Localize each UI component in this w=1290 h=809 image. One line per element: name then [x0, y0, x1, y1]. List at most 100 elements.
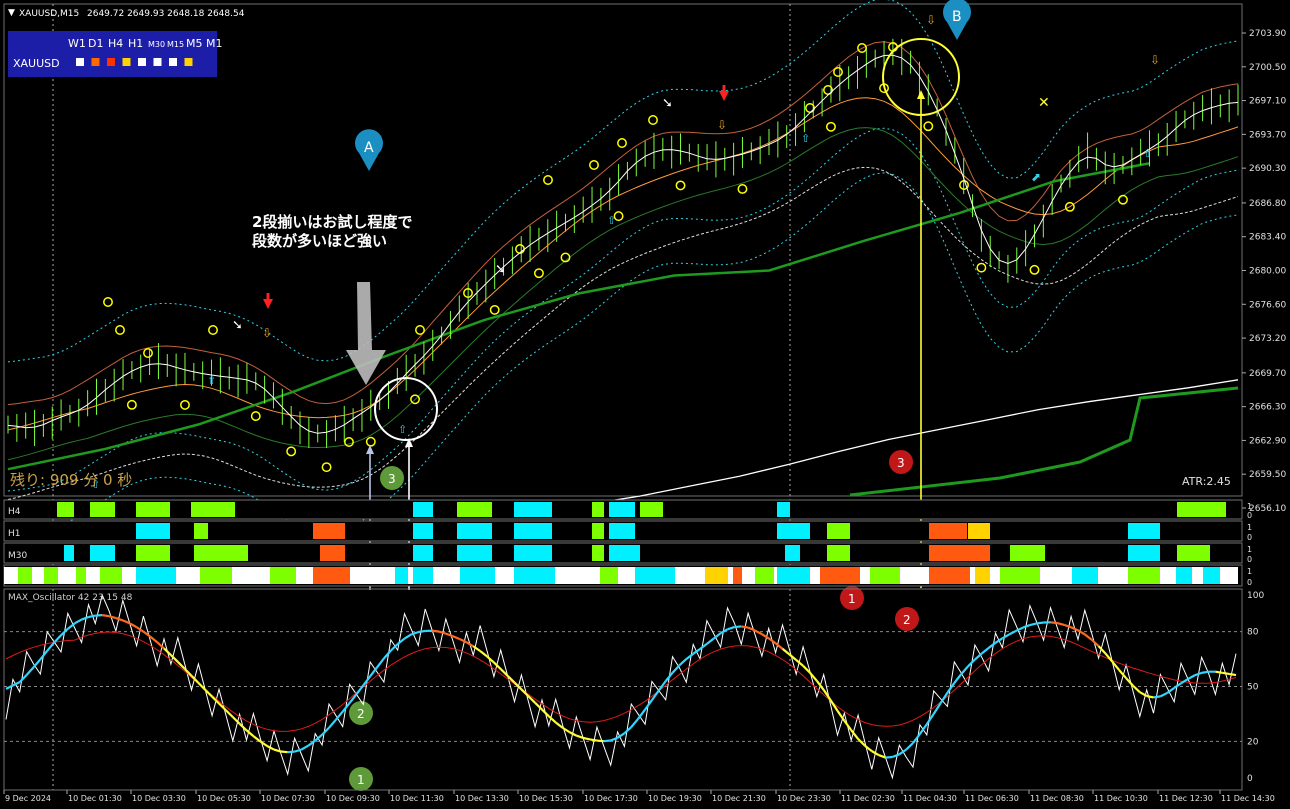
timeframe-status-w1 — [76, 58, 84, 66]
strip-segment — [460, 567, 495, 584]
osc-axis-label: 50 — [1247, 683, 1259, 693]
price-tick-label: 2656.10 — [1249, 504, 1286, 514]
time-tick-label: 10 Dec 15:30 — [519, 794, 573, 803]
note-line-1: 2段揃いはお試し程度で — [252, 213, 412, 231]
up-arrow-cyan: ⇧ — [801, 132, 810, 145]
price-tick-label: 2662.90 — [1249, 436, 1286, 446]
signal-arrow-white: ➘ — [495, 262, 506, 277]
strip-segment — [705, 567, 728, 584]
strip-segment — [514, 523, 552, 539]
strip-segment — [592, 545, 604, 561]
strip-segment — [18, 567, 32, 584]
osc-signal-segment — [1036, 621, 1044, 625]
osc-signal-segment — [596, 739, 604, 743]
osc-signal-segment — [1228, 672, 1237, 677]
strip-segment — [270, 567, 296, 584]
mtf-strips: H410H110M301010 — [3, 499, 1252, 587]
price-tick-label: 2686.80 — [1249, 199, 1286, 209]
strip-segment — [457, 545, 492, 561]
strip-segment — [1176, 567, 1192, 584]
strip-segment — [968, 523, 990, 539]
price-tick-label: 2703.90 — [1249, 29, 1286, 39]
strip-segment — [1072, 567, 1098, 584]
price-tick-label: 2680.00 — [1249, 267, 1286, 277]
timeframe-status-m15 — [153, 58, 162, 66]
osc-signal-segment — [1153, 695, 1161, 699]
osc-signal-segment — [1050, 621, 1058, 625]
step-badge-3-red-label: 3 — [897, 456, 905, 470]
timeframe-label-w1: W1 — [68, 37, 86, 50]
strip-segment — [1128, 545, 1160, 561]
time-tick-label: 10 Dec 13:30 — [455, 794, 509, 803]
strip-segment — [413, 545, 433, 561]
timeframe-label-m5: M5 — [186, 37, 203, 50]
price-tick-label: 2693.70 — [1249, 130, 1286, 140]
osc-axis-label: 100 — [1247, 591, 1264, 601]
time-tick-label: 11 Dec 02:30 — [841, 794, 895, 803]
strip-segment — [1010, 545, 1045, 561]
time-tick-label: 10 Dec 11:30 — [390, 794, 444, 803]
strip-segment — [777, 523, 810, 539]
note-line-2: 段数が多いほど強い — [252, 232, 387, 250]
osc-signal-segment — [885, 755, 893, 759]
step-badge-3-green-label: 3 — [388, 472, 396, 486]
time-tick-label: 10 Dec 03:30 — [132, 794, 186, 803]
strip-axis-1: 1 — [1247, 502, 1252, 511]
time-tick-label: 10 Dec 21:30 — [712, 794, 766, 803]
strip-segment — [194, 545, 248, 561]
osc-signal-segment — [741, 625, 749, 629]
strip-segment — [413, 567, 433, 584]
time-tick-label: 11 Dec 12:30 — [1159, 794, 1213, 803]
strip-segment — [1177, 502, 1226, 517]
marker-a-label: A — [364, 140, 374, 156]
strip-label-m30: M30 — [8, 551, 27, 561]
osc-axis-label: 20 — [1247, 737, 1259, 747]
strip-segment — [313, 523, 345, 539]
osc-axis-label: 80 — [1247, 628, 1259, 638]
strip-segment — [755, 567, 774, 584]
price-axis: 2703.90 2700.50 2697.10 2693.70 2690.30 2686.… — [1242, 29, 1286, 514]
osc-signal-segment — [1201, 670, 1209, 674]
osc-signal-segment — [280, 750, 288, 754]
strip-segment — [635, 567, 675, 584]
oscillator-title: MAX_Oscillator 42 23 15 48 — [8, 593, 133, 603]
strip-segment — [929, 567, 970, 584]
timeframe-label-m30: M30 — [148, 40, 165, 49]
strip-axis-1: 1 — [1247, 567, 1252, 576]
strip-segment — [1128, 523, 1160, 539]
strip-segment — [600, 567, 618, 584]
time-tick-label: 10 Dec 17:30 — [584, 794, 638, 803]
timeframe-label-d1: D1 — [88, 37, 103, 50]
strip-segment — [609, 502, 635, 517]
strip-segment — [200, 567, 232, 584]
strip-label-h1: H1 — [8, 529, 21, 539]
strip-segment — [777, 502, 790, 517]
timeframe-label-h4: H4 — [108, 37, 123, 50]
strip-segment — [785, 545, 800, 561]
time-tick-label: 10 Dec 01:30 — [68, 794, 122, 803]
strip-segment — [1128, 567, 1160, 584]
strip-segment — [64, 545, 74, 561]
strip-segment — [1000, 567, 1040, 584]
up-arrow-cyan: ⇧ — [207, 374, 216, 387]
timeframe-status-d1 — [91, 58, 100, 66]
osc-signal-segment — [418, 629, 426, 634]
timeframe-status-m5 — [169, 58, 177, 66]
strip-segment — [191, 502, 235, 517]
price-tick-label: 2690.30 — [1249, 164, 1286, 174]
timeframe-panel-symbol: XAUUSD — [13, 57, 60, 70]
strip-segment — [320, 545, 345, 561]
up-arrow-cyan: ⇧ — [607, 214, 616, 227]
up-arrow-cyan: ⇧ — [1143, 147, 1152, 160]
chart-menu-icon[interactable]: ▼ — [8, 8, 15, 18]
up-arrow-cyan: ⇧ — [398, 423, 407, 436]
strip-segment — [514, 567, 555, 584]
strip-segment — [136, 502, 170, 517]
time-tick-label: 11 Dec 10:30 — [1094, 794, 1148, 803]
timeframe-status-m30 — [138, 58, 146, 66]
strip-segment — [975, 567, 990, 584]
osc-signal-segment — [287, 750, 295, 754]
strip-segment — [820, 567, 860, 584]
step-badge-2-red-label: 2 — [903, 613, 911, 627]
chart-stage: ⇩⇩⇩⇩⇧⇧⇧⇧⇧⇧➘➘➘ ✕⬈AB331221 ▼ XAUUSD,M15 264… — [0, 0, 1290, 809]
